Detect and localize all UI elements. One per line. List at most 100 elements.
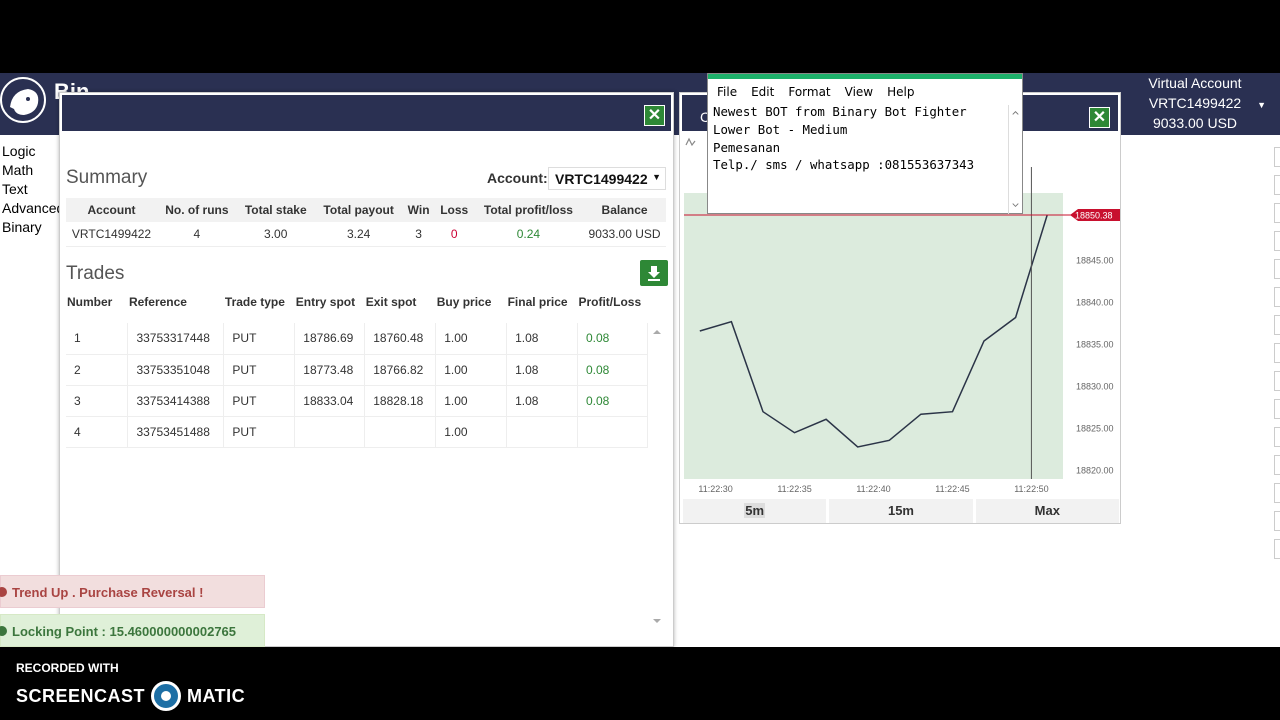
close-chart-button[interactable]: ✕ <box>1089 107 1110 128</box>
screencast-watermark: RECORDED WITH SCREENCAST MATIC <box>16 661 245 711</box>
cell-reference: 33753317448 <box>127 323 225 355</box>
recorded-with-label: RECORDED WITH <box>16 661 119 675</box>
cell-number: 4 <box>66 416 129 448</box>
toolbox-category-logic[interactable]: Logic <box>0 142 61 161</box>
y-tick-label: 18830.00 <box>1076 381 1114 391</box>
tab-15m[interactable]: 15m <box>829 499 973 523</box>
toolbox-category-math[interactable]: Math <box>0 161 61 180</box>
notepad-text-area[interactable]: Newest BOT from Binary Bot Fighter Lower … <box>713 103 974 174</box>
y-axis: 18820.00 18825.00 18830.00 18835.00 18840.00… <box>1076 255 1114 475</box>
cell-exit-spot <box>364 416 437 448</box>
cell-payout: 3.24 <box>314 222 403 247</box>
toolbar-tab[interactable] <box>1274 231 1280 251</box>
toolbar-tab[interactable] <box>1274 427 1280 447</box>
trades-scrollbar[interactable] <box>650 327 664 627</box>
summary-header-row: Account No. of runs Total stake Total pa… <box>66 198 666 222</box>
table-row[interactable]: 2 33753351048 PUT 18773.48 18766.82 1.00… <box>66 354 649 386</box>
download-button[interactable] <box>640 260 668 286</box>
toolbar-tab[interactable] <box>1274 259 1280 279</box>
tab-max[interactable]: Max <box>975 499 1119 523</box>
select-arrow-icon: ▼ <box>652 172 661 182</box>
menu-file[interactable]: File <box>717 85 737 105</box>
column-header[interactable]: Total profit/loss <box>473 198 584 222</box>
toolbar-tab[interactable] <box>1274 287 1280 307</box>
column-header[interactable]: Number <box>66 293 128 323</box>
toolbar-tab[interactable] <box>1274 455 1280 475</box>
column-header[interactable]: Loss <box>434 198 474 222</box>
cell-profit-loss: 0.08 <box>577 323 649 355</box>
account-select[interactable]: VRTC1499422 ▼ <box>548 167 666 190</box>
workspace-right-edge <box>1120 135 1280 647</box>
account-switcher[interactable]: Virtual Account VRTC1499422 9033.00 USD … <box>1130 73 1266 133</box>
toolbox-category-text[interactable]: Text <box>0 180 61 199</box>
toolbox-category-advanced[interactable]: Advanced <box>0 199 61 218</box>
toolbar-tab[interactable] <box>1274 147 1280 167</box>
tab-5m[interactable]: 5m <box>683 499 827 523</box>
toolbar-tab[interactable] <box>1274 343 1280 363</box>
account-id: VRTC1499422 <box>1148 95 1242 111</box>
column-header[interactable]: No. of runs <box>157 198 237 222</box>
column-header[interactable]: Exit spot <box>365 293 436 323</box>
cell-entry-spot <box>294 416 366 448</box>
blockly-toolbox: Logic Math Text Advanced Binary <box>0 135 62 647</box>
toolbar-tab[interactable] <box>1274 315 1280 335</box>
menu-format[interactable]: Format <box>788 85 830 105</box>
toolbar-tab[interactable] <box>1274 175 1280 195</box>
close-summary-button[interactable]: ✕ <box>644 105 665 126</box>
logo-text-right: MATIC <box>187 685 246 706</box>
toolbar-tab[interactable] <box>1274 539 1280 559</box>
cell-buy-price: 1.00 <box>435 385 508 417</box>
column-header[interactable]: Trade type <box>224 293 295 323</box>
column-header[interactable]: Profit/Loss <box>577 293 647 323</box>
trades-header-row: Number Reference Trade type Entry spot E… <box>66 293 648 323</box>
summary-row: VRTC1499422 4 3.00 3.24 3 0 0.24 9033.00… <box>66 222 666 247</box>
column-header[interactable]: Account <box>66 198 158 222</box>
cell-reference: 33753414388 <box>127 385 225 417</box>
toolbar-tab[interactable] <box>1274 203 1280 223</box>
cell-loss: 0 <box>434 222 474 247</box>
cell-win: 3 <box>402 222 435 247</box>
column-header[interactable]: Final price <box>507 293 578 323</box>
table-row[interactable]: 3 33753414388 PUT 18833.04 18828.18 1.00… <box>66 385 649 417</box>
cell-buy-price: 1.00 <box>435 354 508 386</box>
table-row[interactable]: 4 33753451488 PUT 1.00 <box>66 416 649 448</box>
chart-type-icon[interactable] <box>685 137 696 147</box>
trades-heading: Trades <box>66 263 125 284</box>
menu-edit[interactable]: Edit <box>751 85 774 105</box>
toolbar-tab[interactable] <box>1274 399 1280 419</box>
cell-reference: 33753451488 <box>127 416 225 448</box>
summary-dialog-titlebar[interactable]: ✕ <box>60 93 673 131</box>
binary-logo-icon[interactable] <box>0 77 46 123</box>
error-notification-text: Trend Up . Purchase Reversal ! <box>12 585 204 600</box>
cell-trade-type: PUT <box>223 416 296 448</box>
column-header[interactable]: Buy price <box>436 293 507 323</box>
notepad-scrollbar[interactable] <box>1008 105 1022 214</box>
toolbar-tab[interactable] <box>1274 483 1280 503</box>
toolbox-category-binary[interactable]: Binary <box>0 218 61 237</box>
column-header[interactable]: Total payout <box>314 198 403 222</box>
error-notification[interactable]: Trend Up . Purchase Reversal ! <box>0 575 265 608</box>
cell-final-price: 1.08 <box>506 385 578 417</box>
cell-trade-type: PUT <box>223 323 296 355</box>
menu-view[interactable]: View <box>845 85 873 105</box>
cell-number: 1 <box>66 323 129 355</box>
column-header[interactable]: Win <box>402 198 435 222</box>
column-header[interactable]: Total stake <box>236 198 315 222</box>
cell-exit-spot: 18766.82 <box>364 354 437 386</box>
table-row[interactable]: 1 33753317448 PUT 18786.69 18760.48 1.00… <box>66 323 649 355</box>
text-line: Newest BOT from Binary Bot Fighter <box>713 104 967 119</box>
column-header[interactable]: Balance <box>583 198 666 222</box>
menu-help[interactable]: Help <box>887 85 914 105</box>
current-price-label: 18850.38 <box>1075 211 1113 221</box>
cell-final-price: 1.08 <box>506 354 578 386</box>
x-axis: 11:22:30 11:22:35 11:22:40 11:22:45 11:22:50 <box>698 484 1048 494</box>
caret-down-icon[interactable]: ▼ <box>1257 95 1266 115</box>
column-header[interactable]: Reference <box>128 293 224 323</box>
cell-trade-type: PUT <box>223 385 296 417</box>
toolbar-tab[interactable] <box>1274 511 1280 531</box>
cell-number: 3 <box>66 385 129 417</box>
success-notification[interactable]: Locking Point : 15.460000000002765 <box>0 614 265 647</box>
toolbar-tab[interactable] <box>1274 371 1280 391</box>
x-tick-label: 11:22:35 <box>777 484 811 494</box>
column-header[interactable]: Entry spot <box>295 293 365 323</box>
